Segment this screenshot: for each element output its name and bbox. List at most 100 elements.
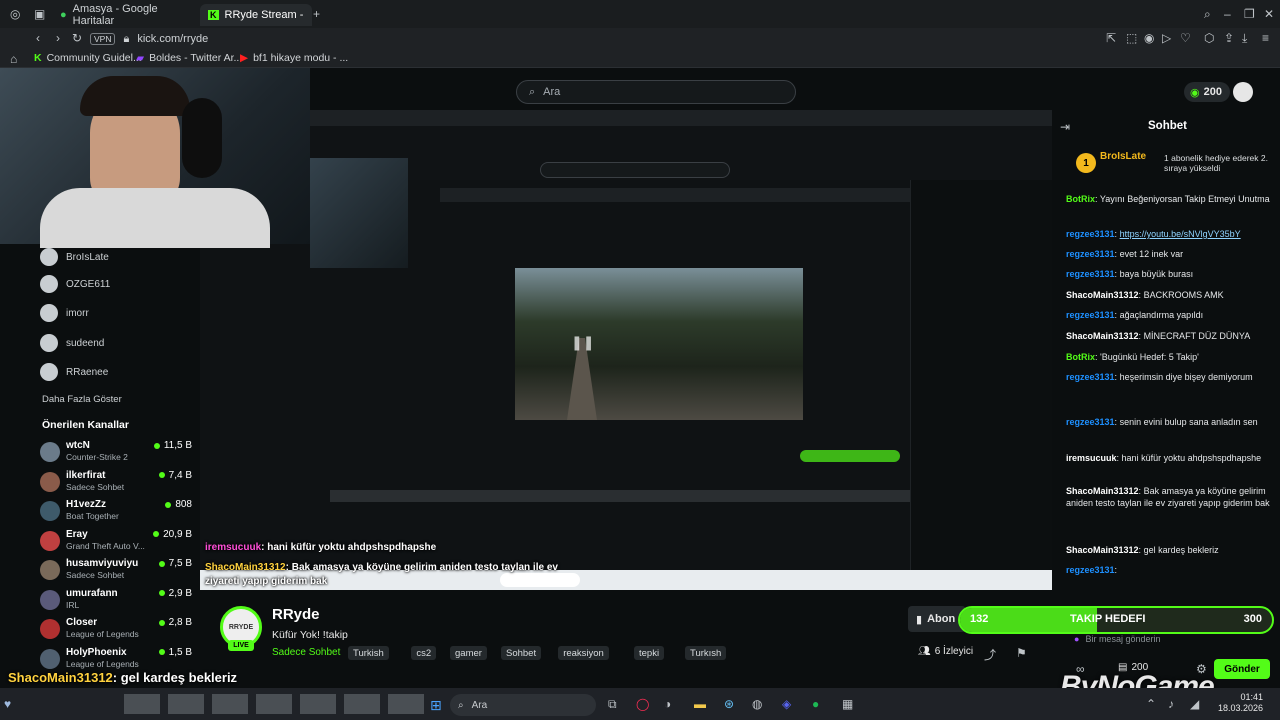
chat-message[interactable]: BotRix: Yayını Beğeniyorsan Takip Etmeyi… [1066,193,1276,205]
bookmark-folder-icon[interactable]: ⌂ [10,52,17,66]
file-explorer-icon[interactable]: ▬ [694,697,706,711]
calculator-icon[interactable]: ▦ [842,697,853,711]
chat-message[interactable]: ShacoMain31312: gel kardeş bekleriz [1066,544,1276,556]
user-avatar[interactable] [1233,82,1253,102]
app-icon[interactable]: ◍ [752,697,762,711]
sidebar-followed-2[interactable]: imorr [40,304,89,322]
chat-username[interactable]: ShacoMain31312 [1066,331,1139,341]
close-icon[interactable]: ✕ [1264,7,1274,21]
tag-chip[interactable]: reaksiyon [558,646,609,660]
recommended-channel[interactable]: wtcN Counter-Strike 2 11,5 B [40,440,192,468]
tag-chip[interactable]: Turkish [348,646,389,660]
recommended-channel[interactable]: husamviyuviyu Sadece Sohbet 7,5 B [40,558,192,586]
extensions-icon[interactable]: ⬡ [1204,31,1214,45]
minimize-icon[interactable]: – [1224,7,1231,21]
tag-chip[interactable]: cs2 [411,646,437,660]
pinned-gift-banner[interactable]: 1 BroIsLate 1 abonelik hediye ederek 2. … [1076,151,1268,181]
channel-points[interactable]: ◉ 200 [1184,82,1230,102]
url-field[interactable]: VPN 🔒︎ kick.com/rryde [90,30,1090,48]
send-button[interactable]: Gönder [1214,659,1270,679]
bookmark-community[interactable]: K Community Guidel... [34,52,142,64]
bookmark-boldes[interactable]: ▰ Boldes - Twitter Ar... [136,52,242,64]
chat-input[interactable]: ● Bir mesaj gönderin [1074,631,1264,647]
chat-username[interactable]: ShacoMain31312 [1066,290,1139,300]
chat-username[interactable]: BotRix [1066,194,1095,204]
chat-message[interactable]: regzee3131: evet 12 inek var [1066,248,1276,260]
taskbar-search[interactable]: ⌕ Ara [450,694,596,716]
chat-username[interactable]: BotRix [1066,352,1095,362]
chat-message[interactable]: BotRix: 'Bugünkü Hedef: 5 Takip' [1066,351,1276,363]
tag-chip[interactable]: tepki [634,646,665,660]
stream-category[interactable]: Sadece Sohbet [272,647,340,658]
recommended-channel[interactable]: umurafann IRL 2,9 B [40,588,192,616]
report-flag-icon[interactable]: ⚑ [1016,646,1027,660]
back-icon[interactable]: ‹ [36,31,40,45]
play-icon[interactable]: ▷ [1162,31,1171,45]
chat-message[interactable]: regzee3131: senin evini bulup sana anlad… [1066,416,1276,428]
recommended-channel[interactable]: Eray Grand Theft Auto V... 20,9 B [40,529,192,557]
obs-icon[interactable]: ◑ [664,697,671,711]
chat-message[interactable]: regzee3131: baya büyük burası [1066,268,1276,280]
recommended-channel[interactable]: ilkerfirat Sadece Sohbet 7,4 B [40,470,192,498]
spotify-icon[interactable]: ● [812,697,819,711]
chat-message[interactable]: ShacoMain31312: Bak amasya ya köyüne gel… [1066,485,1276,509]
discord-icon[interactable]: ◈ [782,697,791,711]
chat-username[interactable]: regzee3131 [1066,229,1115,239]
chat-username[interactable]: regzee3131 [1066,565,1115,575]
channel-name[interactable]: RRyde [272,606,320,623]
chat-link[interactable]: https://youtu.be/sNVlgVY35bY [1120,229,1241,239]
opera-gx-taskbar-icon[interactable]: ◯ [636,697,649,711]
opera-gx-icon[interactable]: ◎ [10,7,20,21]
menu-icon[interactable]: ≡ [1262,31,1269,45]
snapshot-icon[interactable]: ⬚ [1126,31,1137,45]
share-icon[interactable]: ⤴ [984,646,996,663]
maximize-icon[interactable]: ❐ [1244,7,1255,21]
tag-chip[interactable]: Turkısh [685,646,727,660]
camera-icon[interactable]: ◉ [1144,31,1154,45]
show-more-link[interactable]: Daha Fazla Göster [42,394,122,405]
chat-message[interactable]: regzee3131: heşerimsin diye bişey demiyo… [1066,371,1276,383]
chat-username[interactable]: regzee3131 [1066,310,1115,320]
pause-icon[interactable]: ❚❚ [571,334,594,351]
sidebar-followed-4[interactable]: RRaenee [40,363,108,381]
windows-start-icon[interactable]: ⊞ [430,697,442,714]
taskbar-clock[interactable]: 01:41 18.03.2026 [1218,692,1263,714]
volume-icon[interactable]: ◢ [1190,697,1199,711]
recommended-channel[interactable]: Closer League of Legends 2,8 B [40,617,192,645]
recommended-channel[interactable]: H1vezZz Boat Together 808 [40,499,192,527]
workspaces-icon[interactable]: ▣ [34,7,45,21]
task-view-icon[interactable]: ⧉ [608,697,617,712]
search-icon[interactable]: ⌕ [1204,7,1211,22]
pin-icon[interactable]: ⇱ [1106,31,1116,45]
sidebar-followed-3[interactable]: sudeend [40,334,104,352]
tag-chip[interactable]: gamer [450,646,487,660]
sidebar-followed-1[interactable]: OZGE611 [40,275,110,293]
tab-kick-stream[interactable]: K RRyde Stream - Watch Liv [200,4,312,26]
chat-message[interactable]: ShacoMain31312: MİNECRAFT DÜZ DÜNYA [1066,330,1276,342]
collapse-chat-icon[interactable]: ⇥ [1060,120,1070,134]
tab-google-maps[interactable]: ● Amasya - Google Haritalar [52,3,202,27]
microphone-icon[interactable]: ♪ [1168,697,1174,711]
bookmark-bf1[interactable]: ▶ bf1 hikaye modu - ... [240,52,348,64]
chat-username[interactable]: regzee3131 [1066,372,1115,382]
vpn-badge[interactable]: VPN [90,33,116,45]
chat-username[interactable]: regzee3131 [1066,249,1115,259]
heart-icon[interactable]: ♡ [1180,31,1191,45]
chat-username[interactable]: iremsucuuk [1066,453,1117,463]
chat-message[interactable]: regzee3131: https://youtu.be/sNVlgVY35bY [1066,228,1276,240]
chat-message[interactable]: iremsucuuk: hani küfür yoktu ahdpshspdha… [1066,452,1276,464]
chat-username[interactable]: regzee3131 [1066,417,1115,427]
new-tab-icon[interactable]: + [313,7,320,21]
chat-username[interactable]: ShacoMain31312 [1066,545,1139,555]
sidebar-followed-0[interactable]: BroIsLate [40,248,109,266]
reload-icon[interactable]: ↻ [72,31,82,45]
steam-icon[interactable]: ⊛ [724,697,734,711]
download-icon[interactable]: ⤓ [1242,31,1247,46]
forward-icon[interactable]: › [56,31,60,45]
chat-username[interactable]: ShacoMain31312 [1066,486,1139,496]
tag-chip[interactable]: Sohbet [501,646,542,660]
chat-username[interactable]: regzee3131 [1066,269,1115,279]
tray-chevron-icon[interactable]: ⌃ [1146,697,1156,711]
chat-message[interactable]: regzee3131: ağaçlandırma yapıldı [1066,309,1276,321]
chat-message[interactable]: regzee3131: [1066,564,1276,576]
